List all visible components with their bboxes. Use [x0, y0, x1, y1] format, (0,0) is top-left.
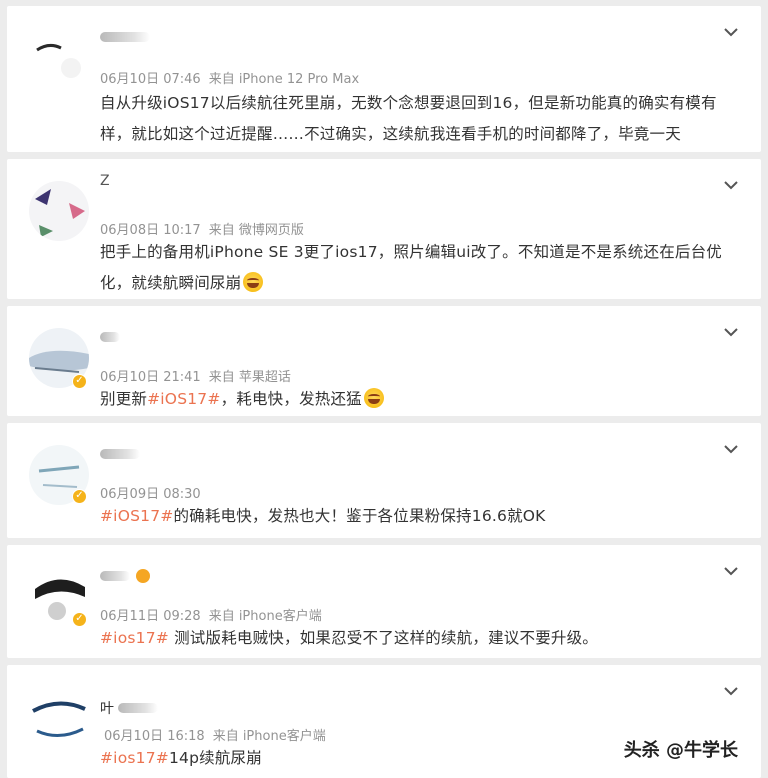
- chevron-down-icon[interactable]: [723, 683, 739, 699]
- comment-body-post: 14p续航尿崩: [168, 749, 262, 767]
- username[interactable]: [100, 24, 150, 46]
- comment-card-3: ✓ 06月10日 21:41 来自 苹果超话 别更新#iOS17#，耗电快，发热还…: [7, 306, 761, 416]
- post-source: 来自 iPhone客户端: [212, 729, 326, 744]
- timestamp: 06月10日 16:18: [104, 729, 205, 744]
- laughing-emoji-icon: [243, 272, 264, 292]
- hashtag-link[interactable]: #ios17#: [100, 629, 169, 647]
- chevron-down-icon[interactable]: [723, 24, 739, 40]
- post-source: 来自 iPhone 12 Pro Max: [208, 72, 360, 87]
- avatar[interactable]: [29, 687, 89, 747]
- member-badge-icon: [136, 569, 150, 583]
- username[interactable]: [100, 324, 120, 346]
- chevron-down-icon[interactable]: [723, 177, 739, 193]
- verified-badge-icon: ✓: [72, 489, 87, 504]
- comment-body-post: 测试版耗电贼快，如果忍受不了这样的续航，建议不要升级。: [168, 629, 598, 647]
- post-source: 来自 iPhone客户端: [208, 609, 322, 624]
- hashtag-link[interactable]: #iOS17#: [147, 390, 220, 408]
- laughing-emoji-icon: [363, 388, 384, 408]
- comment-body: 把手上的备用机iPhone SE 3更了ios17，照片编辑ui改了。不知道是不…: [100, 243, 722, 292]
- timestamp: 06月09日 08:30: [100, 487, 201, 502]
- username[interactable]: [100, 441, 140, 463]
- comment-meta: 06月10日 16:18 来自 iPhone客户端: [104, 725, 326, 744]
- timestamp: 06月08日 10:17: [100, 223, 201, 238]
- comment-meta: 06月10日 21:41 来自 苹果超话: [100, 366, 291, 385]
- comment-body-pre: 别更新: [100, 390, 148, 408]
- verified-badge-icon: ✓: [72, 374, 87, 389]
- watermark: 头杀 @牛学长: [623, 740, 738, 761]
- username[interactable]: 叶: [100, 695, 158, 717]
- comment-body-post: 的确耗电快，发热也大！鉴于各位果粉保持16.6就OK: [173, 507, 546, 525]
- post-source: 来自 微博网页版: [208, 223, 304, 238]
- comment-card-1: 06月10日 07:46 来自 iPhone 12 Pro Max 自从升级iOS…: [7, 6, 761, 152]
- comment-card-5: ✓ 06月11日 09:28 来自 iPhone客户端 #ios17# 测试版耗电…: [7, 545, 761, 658]
- timestamp: 06月10日 21:41: [100, 370, 201, 385]
- comment-body-post: ，耗电快，发热还猛: [220, 390, 362, 408]
- chevron-down-icon[interactable]: [723, 441, 739, 457]
- username[interactable]: Z: [100, 173, 110, 195]
- comment-card-2: Z 06月08日 10:17 来自 微博网页版 把手上的备用机iPhone SE …: [7, 159, 761, 299]
- avatar[interactable]: [29, 28, 89, 88]
- comment-text: #iOS17#的确耗电快，发热也大！鉴于各位果粉保持16.6就OK: [100, 501, 731, 532]
- comment-text: #ios17# 测试版耗电贼快，如果忍受不了这样的续航，建议不要升级。: [100, 623, 731, 654]
- hashtag-link[interactable]: #ios17#: [100, 749, 169, 767]
- comment-meta: 06月11日 09:28 来自 iPhone客户端: [100, 605, 322, 624]
- post-source: 来自 苹果超话: [208, 370, 291, 385]
- comment-meta: 06月08日 10:17 来自 微博网页版: [100, 219, 304, 238]
- verified-badge-icon: ✓: [72, 612, 87, 627]
- timestamp: 06月11日 09:28: [100, 609, 201, 624]
- chevron-down-icon[interactable]: [723, 324, 739, 340]
- comment-meta: 06月10日 07:46 来自 iPhone 12 Pro Max: [100, 68, 359, 87]
- hashtag-link[interactable]: #iOS17#: [100, 507, 173, 525]
- avatar[interactable]: [29, 181, 89, 241]
- comment-text: 把手上的备用机iPhone SE 3更了ios17，照片编辑ui改了。不知道是不…: [100, 237, 731, 299]
- timestamp: 06月10日 07:46: [100, 72, 201, 87]
- chevron-down-icon[interactable]: [723, 563, 739, 579]
- comment-meta: 06月09日 08:30: [100, 483, 209, 502]
- comment-card-4: ✓ 06月09日 08:30 #iOS17#的确耗电快，发热也大！鉴于各位果粉保…: [7, 423, 761, 538]
- username[interactable]: [100, 563, 150, 585]
- comment-text: 别更新#iOS17#，耗电快，发热还猛: [100, 384, 731, 415]
- comment-text: 自从升级iOS17以后续航往死里崩，无数个念想要退回到16，但是新功能真的确实有…: [100, 94, 717, 143]
